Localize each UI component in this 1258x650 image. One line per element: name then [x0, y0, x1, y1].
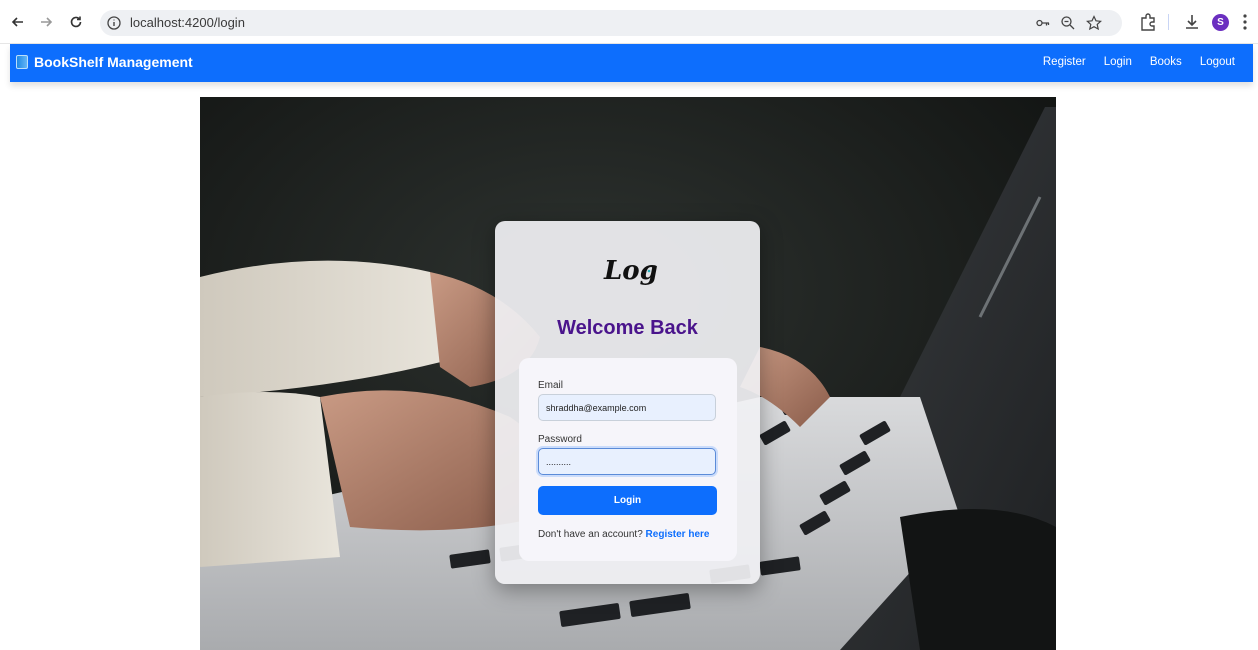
forward-icon[interactable]: [36, 12, 56, 32]
register-prompt: Don't have an account? Register here: [538, 529, 709, 540]
app-navbar: BookShelf Management Register Login Book…: [10, 44, 1253, 82]
password-key-icon[interactable]: [1035, 15, 1051, 31]
register-link[interactable]: Register here: [646, 529, 710, 540]
welcome-heading: Welcome Back: [557, 317, 698, 339]
email-label: Email: [538, 380, 564, 391]
back-icon[interactable]: [8, 12, 28, 32]
nav-link-register[interactable]: Register: [1043, 56, 1086, 68]
brand-title: BookShelf Management: [34, 54, 193, 70]
register-prompt-text: Don't have an account?: [538, 529, 643, 540]
browser-toolbar: localhost:4200/login S: [0, 0, 1258, 44]
password-label: Password: [538, 434, 582, 445]
extensions-icon[interactable]: [1138, 12, 1158, 32]
logo-image: Logo: [603, 256, 675, 286]
password-field[interactable]: [538, 448, 716, 475]
book-icon: [16, 55, 28, 69]
login-card: Logo Welcome Back Email Password Login D…: [495, 221, 760, 584]
profile-avatar[interactable]: S: [1212, 14, 1229, 31]
download-icon[interactable]: [1182, 12, 1202, 32]
nav-link-books[interactable]: Books: [1150, 56, 1182, 68]
bookmark-star-icon[interactable]: [1086, 15, 1102, 31]
nav-links: Register Login Books Logout: [1043, 56, 1235, 68]
email-field[interactable]: [538, 394, 716, 421]
site-info-icon[interactable]: [106, 15, 122, 31]
login-form: Email Password Login Don't have an accou…: [519, 358, 737, 561]
logo: Logo: [495, 243, 760, 308]
reload-icon[interactable]: [66, 12, 86, 32]
address-bar[interactable]: localhost:4200/login: [100, 10, 1122, 36]
toolbar-divider: [1168, 14, 1169, 30]
login-button[interactable]: Login: [538, 486, 717, 515]
more-menu-icon[interactable]: [1240, 12, 1250, 32]
nav-link-login[interactable]: Login: [1104, 56, 1132, 68]
nav-link-logout[interactable]: Logout: [1200, 56, 1235, 68]
zoom-icon[interactable]: [1060, 15, 1076, 31]
brand[interactable]: BookShelf Management: [16, 54, 193, 70]
url-text: localhost:4200/login: [130, 15, 245, 30]
